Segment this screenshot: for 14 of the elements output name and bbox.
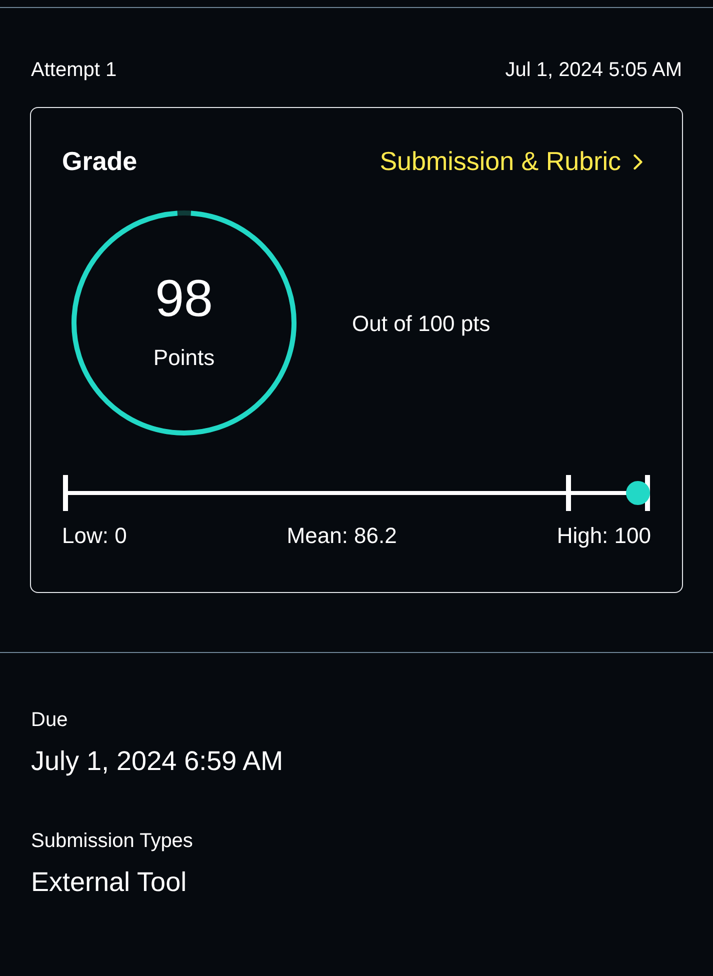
score-value: 98 [155,272,213,324]
attempt-label: Attempt 1 [31,58,117,83]
range-label: Low: 0 [62,522,127,550]
grade-title: Grade [62,145,138,178]
out-of-points: Out of 100 pts [352,310,490,338]
detail-value: July 1, 2024 6:59 AM [31,745,284,778]
submission-rubric-link[interactable]: Submission & Rubric [380,142,651,181]
detail-value: External Tool [31,866,188,898]
range-label: Mean: 86.2 [286,522,397,550]
detail-label: Submission Types [31,828,194,854]
range-label: High: 100 [556,522,651,550]
score-unit: Points [153,344,215,372]
attempt-date: Jul 1, 2024 5:05 AM [505,58,682,83]
detail-label: Due [31,708,69,733]
